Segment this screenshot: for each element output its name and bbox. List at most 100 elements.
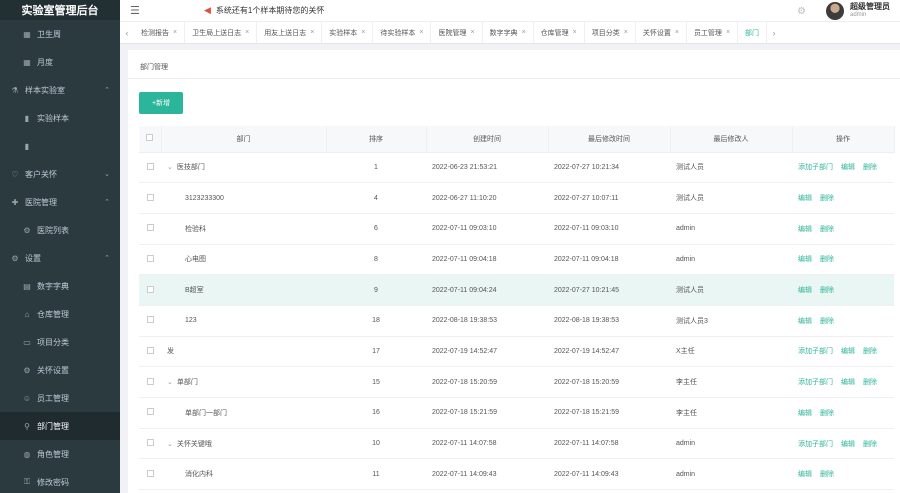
- delete-link[interactable]: 删除: [863, 164, 877, 171]
- edit-link[interactable]: 编辑: [841, 441, 855, 448]
- checkbox-cell[interactable]: [139, 305, 161, 337]
- row-checkbox[interactable]: [146, 377, 154, 385]
- sidebar-item[interactable]: ⚙ 关怀设置: [0, 356, 120, 384]
- delete-link[interactable]: 删除: [863, 441, 877, 448]
- row-checkbox[interactable]: [146, 439, 154, 447]
- table-row[interactable]: 3123233300 4 2022-06-27 11:10:20 2022-07-27…: [139, 182, 894, 214]
- tab-scroll-left-icon[interactable]: ‹: [120, 28, 134, 38]
- tab[interactable]: 医院管理 ×: [431, 22, 483, 43]
- tab[interactable]: 关怀设置 ×: [636, 22, 687, 43]
- edit-link[interactable]: 编辑: [841, 164, 855, 171]
- delete-link[interactable]: 删除: [863, 379, 877, 386]
- close-icon[interactable]: ×: [173, 29, 177, 36]
- sidebar-item[interactable]: ▭ 项目分类: [0, 328, 120, 356]
- row-checkbox[interactable]: [146, 469, 154, 477]
- tab-scroll-right-icon[interactable]: ›: [767, 28, 781, 38]
- delete-link[interactable]: 删除: [820, 226, 834, 233]
- table-row[interactable]: ⌄ 单部门 15 2022-07-18 15:20:59 2022-07-18 15:2…: [139, 366, 894, 398]
- checkbox-cell[interactable]: [139, 213, 161, 245]
- add-child-link[interactable]: 添加子部门: [798, 348, 833, 355]
- table-row[interactable]: B超室 9 2022-07-11 09:04:24 2022-07-27 10:21:…: [139, 274, 894, 306]
- chevron-down-icon[interactable]: ⌄: [167, 441, 173, 448]
- edit-link[interactable]: 编辑: [841, 348, 855, 355]
- close-icon[interactable]: ×: [522, 29, 526, 36]
- settings-icon[interactable]: ⚙: [797, 6, 806, 17]
- close-icon[interactable]: ×: [573, 29, 577, 36]
- delete-link[interactable]: 删除: [820, 195, 834, 202]
- tab[interactable]: 数字字典 ×: [483, 22, 534, 43]
- edit-link[interactable]: 编辑: [798, 195, 812, 202]
- table-row[interactable]: 单部门一部门 16 2022-07-18 15:21:59 2022-07-18 15…: [139, 397, 894, 429]
- sidebar-item[interactable]: ◍ 角色管理: [0, 440, 120, 468]
- delete-link[interactable]: 删除: [863, 348, 877, 355]
- close-icon[interactable]: ×: [624, 29, 628, 36]
- close-icon[interactable]: ×: [310, 29, 314, 36]
- sidebar-item[interactable]: ⚿ 修改密码: [0, 468, 120, 493]
- checkbox-cell[interactable]: [139, 152, 161, 184]
- tab[interactable]: 检测报告 ×: [134, 22, 186, 43]
- header-checkbox-cell[interactable]: [139, 126, 162, 153]
- row-checkbox[interactable]: [146, 193, 154, 201]
- sidebar-item[interactable]: ✚ 医院管理 ⌃: [0, 188, 120, 216]
- row-checkbox[interactable]: [146, 254, 154, 262]
- avatar[interactable]: [826, 2, 844, 20]
- tab[interactable]: 项目分类 ×: [585, 22, 636, 43]
- edit-link[interactable]: 编辑: [798, 471, 812, 478]
- add-child-link[interactable]: 添加子部门: [798, 441, 833, 448]
- table-row[interactable]: 123 18 2022-08-18 19:38:53 2022-08-18 19:38…: [139, 305, 894, 337]
- table-row[interactable]: 心电图 8 2022-07-11 09:04:18 2022-07-11 09:04:…: [139, 244, 894, 276]
- add-button[interactable]: +新增: [139, 92, 183, 114]
- delete-link[interactable]: 删除: [820, 256, 834, 263]
- sidebar-item[interactable]: ⚲ 部门管理: [0, 412, 120, 440]
- edit-link[interactable]: 编辑: [841, 379, 855, 386]
- close-icon[interactable]: ×: [361, 29, 365, 36]
- add-child-link[interactable]: 添加子部门: [798, 164, 833, 171]
- tab[interactable]: 卫生局上送日志 ×: [185, 22, 258, 43]
- checkbox-cell[interactable]: [139, 274, 161, 306]
- tab[interactable]: 仓库管理 ×: [534, 22, 585, 43]
- edit-link[interactable]: 编辑: [798, 287, 812, 294]
- table-row[interactable]: ⌄ 关怀关键哦 10 2022-07-11 14:07:58 2022-07-11 14…: [139, 428, 894, 460]
- delete-link[interactable]: 删除: [820, 410, 834, 417]
- table-row[interactable]: 检验科 6 2022-07-11 09:03:10 2022-07-11 09:03:…: [139, 213, 894, 245]
- sidebar-item[interactable]: ♡ 客户关怀 ⌄: [0, 160, 120, 188]
- checkbox-cell[interactable]: [139, 336, 161, 368]
- table-row[interactable]: 消化内科 11 2022-07-11 14:09:43 2022-07-11 14:0…: [139, 458, 894, 491]
- tab[interactable]: 用友上送日志 ×: [257, 22, 323, 43]
- sidebar-item[interactable]: ▮: [0, 132, 120, 160]
- row-checkbox[interactable]: [146, 285, 154, 293]
- checkbox-cell[interactable]: [139, 182, 161, 214]
- row-checkbox[interactable]: [146, 224, 154, 232]
- row-checkbox[interactable]: [146, 316, 154, 324]
- close-icon[interactable]: ×: [470, 29, 474, 36]
- edit-link[interactable]: 编辑: [798, 410, 812, 417]
- tab[interactable]: 实验样本 ×: [322, 22, 374, 43]
- delete-link[interactable]: 删除: [820, 471, 834, 478]
- table-row[interactable]: ⌄ 医技部门 1 2022-06-23 21:53:21 2022-07-27 10:2…: [139, 152, 894, 184]
- delete-link[interactable]: 删除: [820, 318, 834, 325]
- sidebar-item[interactable]: ▮ 实验样本: [0, 104, 120, 132]
- sidebar-item[interactable]: ▤ 数字字典: [0, 272, 120, 300]
- checkbox-cell[interactable]: [139, 366, 161, 398]
- sidebar-item[interactable]: ⚙ 医院列表: [0, 216, 120, 244]
- close-icon[interactable]: ×: [245, 29, 249, 36]
- notice-banner[interactable]: ◀ 系统还有1个样本期待您的关怀: [204, 5, 324, 16]
- close-icon[interactable]: ×: [726, 29, 730, 36]
- chevron-down-icon[interactable]: ⌄: [167, 379, 173, 386]
- sidebar-item[interactable]: ☺ 员工管理: [0, 384, 120, 412]
- checkbox-cell[interactable]: [139, 428, 161, 460]
- hamburger-icon[interactable]: ☰: [130, 4, 144, 17]
- add-child-link[interactable]: 添加子部门: [798, 379, 833, 386]
- select-all-checkbox[interactable]: [146, 134, 154, 142]
- table-row[interactable]: 发 17 2022-07-19 14:52:47 2022-07-19 14:52:4…: [139, 336, 894, 368]
- checkbox-cell[interactable]: [139, 244, 161, 276]
- sidebar-item[interactable]: ⚗ 样本实验室 ⌃: [0, 76, 120, 104]
- checkbox-cell[interactable]: [139, 397, 161, 429]
- sidebar-item[interactable]: ⚙ 设置 ⌃: [0, 244, 120, 272]
- chevron-down-icon[interactable]: ⌄: [167, 164, 173, 171]
- user-info[interactable]: 超级管理员 admin: [850, 2, 890, 20]
- edit-link[interactable]: 编辑: [798, 318, 812, 325]
- close-icon[interactable]: ×: [419, 29, 423, 36]
- row-checkbox[interactable]: [146, 162, 154, 170]
- row-checkbox[interactable]: [146, 346, 154, 354]
